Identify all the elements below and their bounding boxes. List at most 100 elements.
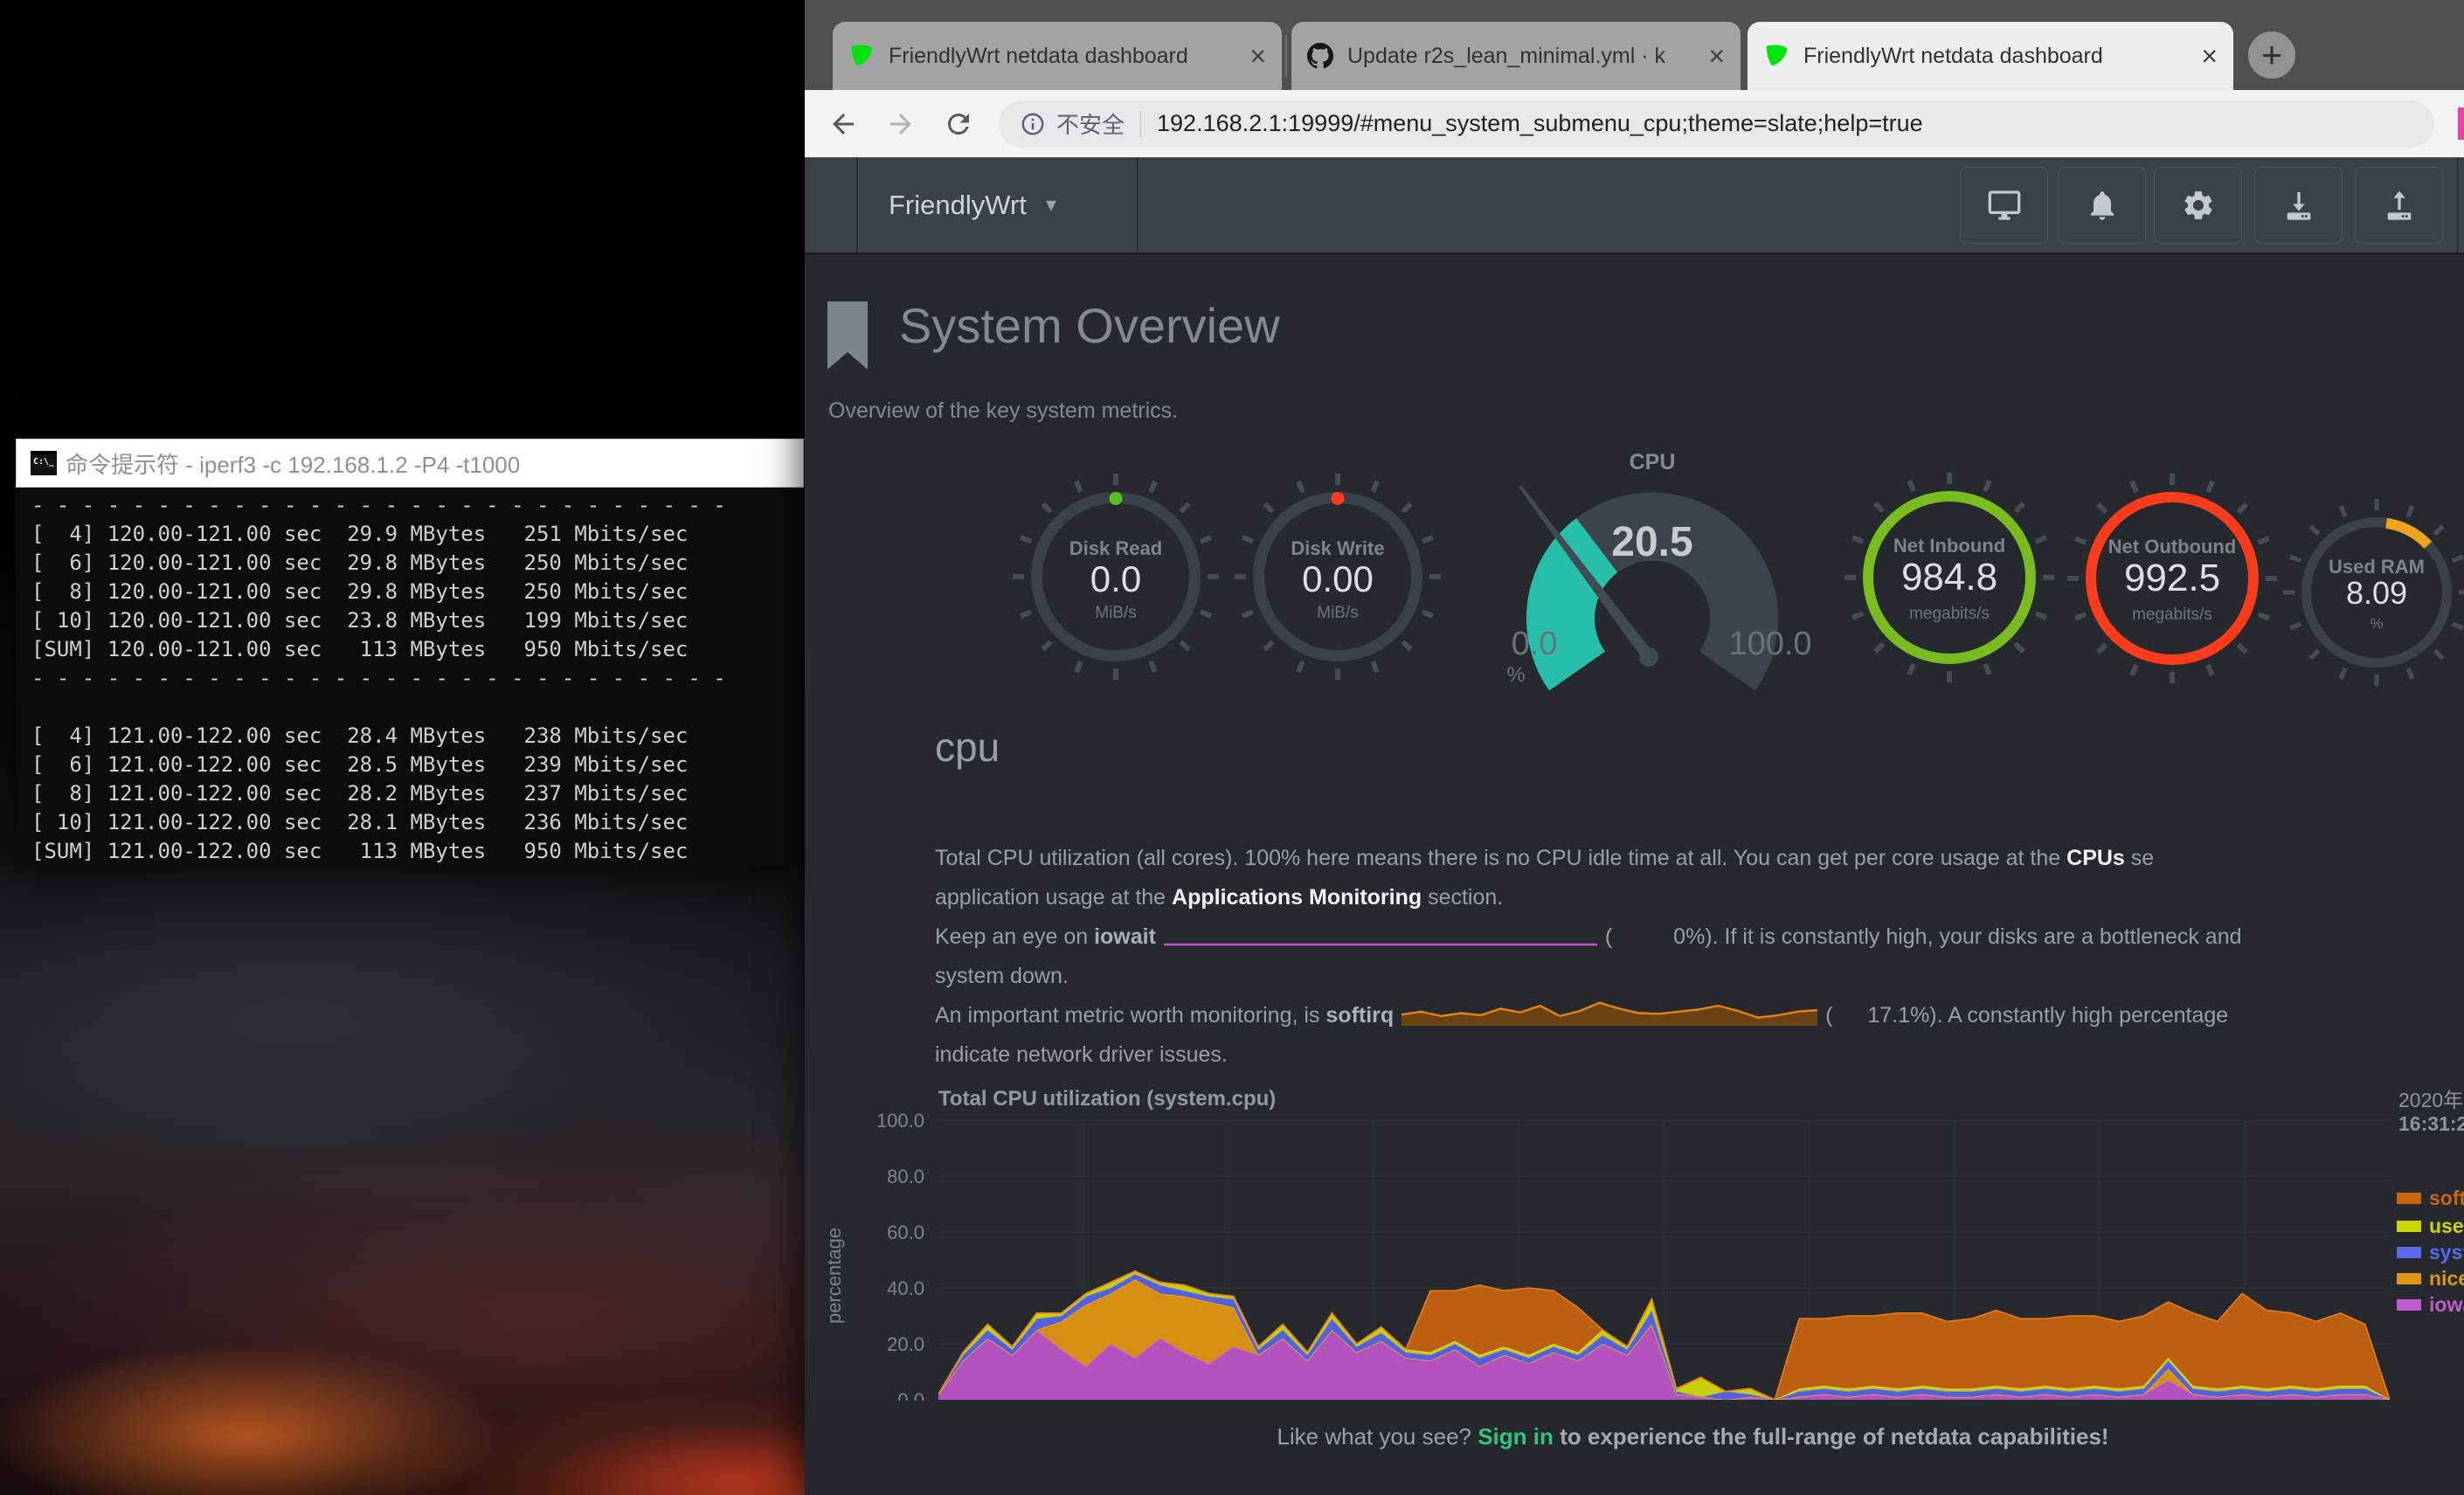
signin-text: Like what you see? Sign in to experience…	[805, 1401, 2464, 1450]
tab-netdata-2-active[interactable]: FriendlyWrt netdata dashboard ×	[1748, 22, 2233, 90]
help-text: An important metric worth monitoring, is	[935, 1003, 1325, 1028]
terminal-output[interactable]: - - - - - - - - - - - - - - - - - - - - …	[16, 488, 804, 867]
url-bar[interactable]: 不安全 192.168.2.1:19999/#menu_system_subme…	[999, 100, 2434, 148]
softirq-label: softirq	[1325, 1003, 1394, 1028]
extension-icon-partial[interactable]	[2458, 107, 2464, 140]
y-tick: 80.0	[855, 1166, 924, 1188]
help-text: Keep an eye on	[935, 924, 1094, 949]
signin-prefix: Like what you see?	[1277, 1423, 1478, 1450]
help-text: system down.	[935, 964, 1069, 988]
browser-toolbar: 不安全 192.168.2.1:19999/#menu_system_subme…	[805, 90, 2464, 157]
tab-label: FriendlyWrt netdata dashboard	[889, 44, 1237, 69]
github-icon	[1307, 43, 1333, 69]
navbar-separator	[1137, 157, 1139, 253]
cpu-section-heading: cpu	[935, 723, 1000, 771]
forward-button[interactable]	[883, 107, 918, 142]
legend-item-iowait[interactable]: iowait	[2397, 1293, 2464, 1316]
chart-date: 2020年3	[2398, 1083, 2464, 1113]
gauge-value: 20.5	[1478, 518, 1827, 566]
tab-close-icon[interactable]: ×	[2201, 43, 2218, 69]
tab-strip: FriendlyWrt netdata dashboard × Update r…	[805, 0, 2464, 90]
chart-title: Total CPU utilization (system.cpu)	[938, 1087, 1276, 1111]
back-button[interactable]	[826, 107, 861, 142]
forward-icon	[885, 108, 917, 140]
tab-netdata-1[interactable]: FriendlyWrt netdata dashboard ×	[833, 22, 1282, 90]
alarms-button[interactable]	[2058, 167, 2146, 244]
security-label[interactable]: 不安全	[1056, 107, 1125, 140]
softirq-value: 17.1%).	[1867, 1003, 1942, 1028]
tab-github[interactable]: Update r2s_lean_minimal.yml · k ×	[1291, 22, 1741, 90]
help-text: If it is constantly high, your disks are…	[1719, 924, 2242, 949]
gauge-cpu[interactable]: CPU 20.5 0.0 % 100.0	[1478, 448, 1827, 703]
reload-button[interactable]	[941, 107, 976, 142]
import-button[interactable]	[2254, 167, 2343, 244]
gauge-disk-read[interactable]: Disk Read 0.0 MiB/s	[1031, 492, 1201, 661]
netdata-navbar: FriendlyWrt ▾	[805, 157, 2464, 254]
gear-icon	[2181, 188, 2216, 223]
cpu-chart[interactable]	[938, 1120, 2390, 1400]
export-button[interactable]	[2355, 167, 2443, 244]
gauge-net-inbound[interactable]: Net Inbound 984.8 megabits/s	[1863, 491, 2036, 664]
cpus-link[interactable]: CPUs	[2066, 846, 2125, 870]
legend-item-softirq[interactable]: softirq	[2397, 1187, 2464, 1209]
gauge-label: Disk Read	[1031, 537, 1201, 560]
legend-chip	[2397, 1193, 2421, 1204]
cpu-chart-canvas[interactable]	[938, 1120, 2390, 1400]
console-button[interactable]	[1960, 167, 2048, 244]
gauge-unit: megabits/s	[1863, 605, 2036, 624]
gauge-used-ram[interactable]: Used RAM 8.09 %	[2301, 517, 2452, 668]
legend-label: user	[2429, 1215, 2464, 1238]
help-line-1: Total CPU utilization (all cores). 100% …	[935, 839, 2464, 878]
terminal-title: 命令提示符 - iperf3 -c 192.168.1.2 -P4 -t1000	[66, 447, 520, 480]
settings-button[interactable]	[2154, 167, 2242, 244]
legend-chip	[2397, 1299, 2421, 1311]
url-text[interactable]: 192.168.2.1:19999/#menu_system_submenu_c…	[1157, 110, 1923, 137]
terminal-titlebar[interactable]: C:\_ 命令提示符 - iperf3 -c 192.168.1.2 -P4 -…	[16, 439, 804, 488]
gauge-disk-write[interactable]: Disk Write 0.00 MiB/s	[1253, 492, 1422, 661]
help-text: indicate network driver issues.	[935, 1042, 1228, 1067]
host-name: FriendlyWrt	[889, 190, 1027, 221]
legend-chip	[2397, 1247, 2421, 1258]
signin-suffix: to experience the full-range of netdata …	[1554, 1423, 2109, 1450]
gauge-value: 992.5	[2086, 557, 2259, 600]
legend-label: softirq	[2429, 1187, 2464, 1210]
gauge-unit: MiB/s	[1253, 604, 1422, 623]
monitor-icon	[1987, 188, 2022, 223]
new-tab-button[interactable]: +	[2248, 31, 2295, 79]
browser-window: FriendlyWrt netdata dashboard × Update r…	[805, 0, 2464, 1495]
legend-item-nice[interactable]: nice	[2397, 1267, 2464, 1290]
tab-close-icon[interactable]: ×	[1708, 43, 1725, 69]
legend-item-user[interactable]: user	[2397, 1215, 2464, 1237]
gauge-net-outbound[interactable]: Net Outbound 992.5 megabits/s	[2086, 492, 2259, 665]
netdata-icon	[1763, 43, 1789, 69]
signin-link[interactable]: Sign in	[1478, 1423, 1554, 1450]
host-dropdown[interactable]: FriendlyWrt ▾	[889, 157, 1056, 253]
reload-icon	[943, 108, 974, 140]
tab-close-icon[interactable]: ×	[1249, 43, 1266, 69]
applications-monitoring-link[interactable]: Applications Monitoring	[1172, 885, 1422, 910]
iowait-sparkline	[1162, 923, 1599, 947]
navbar-separator	[2457, 157, 2459, 253]
navbar-separator	[856, 157, 858, 253]
gauge-value: 984.8	[1863, 556, 2036, 599]
page-title: System Overview	[899, 297, 1280, 354]
gauge-label: Net Inbound	[1863, 535, 2036, 557]
y-tick: 100.0	[855, 1110, 924, 1132]
help-text: (	[1825, 1003, 1832, 1028]
bell-icon	[2085, 188, 2120, 223]
gauge-label: Net Outbound	[2086, 536, 2259, 558]
help-text: A constantly high percentage	[1943, 1003, 2229, 1028]
gauge-unit: megabits/s	[2086, 606, 2259, 625]
upload-icon	[2382, 188, 2417, 223]
tab-label: FriendlyWrt netdata dashboard	[1803, 44, 2189, 69]
help-line-4: system down.	[935, 957, 2464, 996]
legend-item-system[interactable]: system	[2397, 1241, 2464, 1263]
gauges-row: Disk Read 0.0 MiB/s Disk Write 0.00 MiB/…	[805, 448, 2464, 703]
chevron-down-icon: ▾	[1046, 192, 1056, 218]
info-icon[interactable]	[1020, 111, 1046, 137]
help-text: Total CPU utilization (all cores). 100% …	[935, 846, 2066, 870]
gauge-value: 0.00	[1253, 558, 1422, 600]
legend-chip	[2397, 1221, 2421, 1232]
gauge-unit: MiB/s	[1031, 604, 1201, 623]
help-line-3: Keep an eye on iowait (0%). If it is con…	[935, 917, 2464, 957]
